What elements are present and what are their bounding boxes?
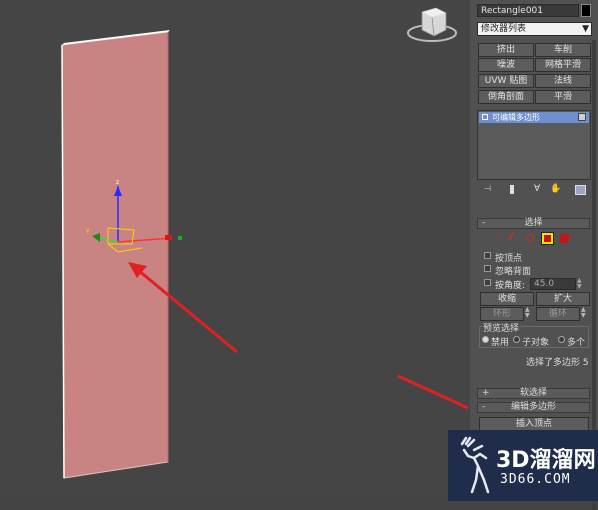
preview-disabled-label: 禁用 [491, 338, 510, 348]
grow-button[interactable]: 扩大 [536, 292, 590, 306]
object-name-field[interactable]: Rectangle001 [477, 4, 579, 17]
noise-button[interactable]: 噪波 [478, 58, 534, 72]
lathe-button[interactable]: 车削 [535, 43, 591, 57]
edit-polygons-rollout-title: 编辑多边形 [510, 402, 556, 412]
ignore-backfacing-label: 忽略背面 [495, 267, 532, 277]
insert-vertex-button[interactable]: 插入顶点 [479, 417, 589, 431]
element-level-icon[interactable] [559, 234, 570, 243]
modifier-stack[interactable]: 可编辑多边形 [477, 110, 591, 180]
normal-button[interactable]: 法线 [535, 74, 591, 88]
make-unique-icon[interactable]: ∀ [534, 185, 544, 194]
object-color-swatch[interactable] [581, 4, 591, 17]
viewcube-icon [407, 7, 457, 42]
by-angle-label: 按角度: [495, 281, 526, 291]
angle-spinner-field[interactable]: 45.0 [530, 278, 576, 290]
shrink-button[interactable]: 收缩 [480, 292, 534, 306]
preview-multi-radio[interactable] [558, 336, 565, 343]
watermark: 3D溜溜网 3D66.COM [448, 430, 598, 501]
preview-subobject-radio[interactable] [513, 336, 520, 343]
svg-text:y: y [86, 227, 90, 234]
remove-modifier-icon[interactable]: ✋ [550, 185, 561, 194]
show-end-result-icon[interactable] [510, 185, 514, 194]
by-vertex-checkbox[interactable] [484, 252, 491, 259]
by-angle-checkbox[interactable] [484, 279, 491, 286]
ring-spinner-icon[interactable]: ▲ ▼ [525, 307, 533, 320]
stack-item-light-icon [578, 113, 586, 121]
ring-button[interactable]: 环形 [480, 307, 524, 321]
uvw-map-button[interactable]: UVW 贴图 [478, 74, 534, 88]
soft-selection-rollout-header[interactable]: + 软选择 [477, 388, 590, 399]
plane-front-face [61, 31, 169, 479]
selection-rollout-title: 选择 [524, 218, 543, 228]
loop-button[interactable]: 循环 [536, 307, 580, 321]
border-level-icon[interactable] [526, 234, 534, 242]
stack-item-bullet-icon [482, 114, 488, 120]
preview-subobject-label: 子对象 [522, 338, 550, 348]
watermark-url: 3D66.COM [500, 472, 571, 487]
preview-selection-title: 预览选择 [482, 321, 521, 334]
annotation-arrow-2 [397, 374, 469, 410]
configure-sets-icon[interactable] [575, 185, 586, 195]
deer-logo-icon [460, 436, 490, 494]
perspective-viewport[interactable]: z y [0, 0, 470, 501]
modifier-list-dropdown[interactable]: 修改器列表 ▼ [477, 22, 592, 36]
loop-spinner-icon[interactable]: ▲ ▼ [581, 307, 589, 320]
bevel-profile-button[interactable]: 倒角剖面 [478, 90, 534, 104]
soft-selection-rollout-title: 软选择 [519, 388, 547, 398]
viewport-canvas: z y [61, 7, 469, 479]
extrude-button[interactable]: 挤出 [478, 43, 534, 57]
selection-status-text: 选择了多边形 5 [526, 358, 589, 368]
preview-disabled-radio[interactable] [482, 336, 489, 343]
polygon-level-icon[interactable] [541, 232, 554, 245]
modifier-list-label: 修改器列表 [481, 24, 527, 34]
pin-stack-icon[interactable]: ⊣ [484, 185, 492, 193]
meshsmooth-button[interactable]: 网格平滑 [535, 58, 591, 72]
stack-item-label: 可编辑多边形 [492, 113, 540, 122]
vertex-level-icon[interactable]: ·: [495, 234, 501, 242]
angle-spinner-arrows[interactable]: ▲ ▼ [577, 278, 585, 290]
edit-polygons-rollout-header[interactable]: - 编辑多边形 [477, 402, 590, 413]
preview-multi-label: 多个 [567, 338, 586, 348]
watermark-brand: 3D溜溜网 [496, 448, 596, 473]
chevron-down-icon: ▼ [582, 24, 589, 34]
selection-rollout-header[interactable]: - 选择 [477, 218, 590, 229]
by-vertex-label: 按顶点 [495, 254, 523, 264]
smooth-button[interactable]: 平滑 [535, 90, 591, 104]
stack-item-editable-poly[interactable]: 可编辑多边形 [479, 112, 589, 123]
ignore-backfacing-checkbox[interactable] [484, 265, 491, 272]
svg-text:z: z [116, 179, 119, 186]
